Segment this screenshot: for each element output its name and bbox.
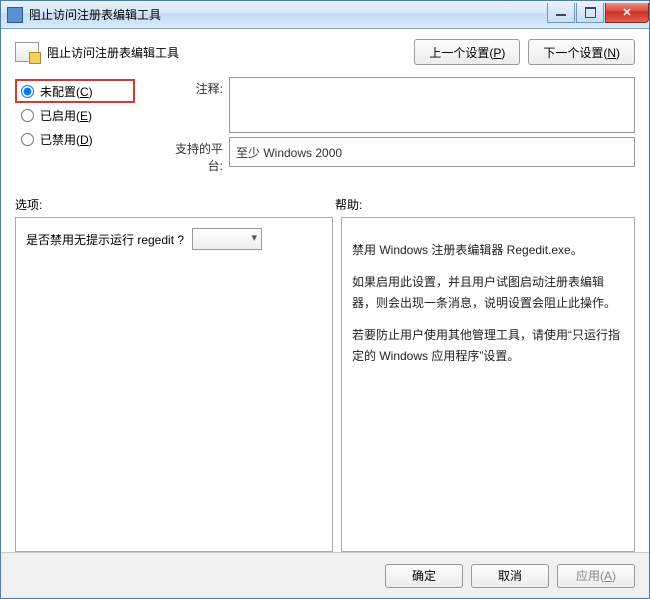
ok-button[interactable]: 确定 (385, 564, 463, 588)
platform-row: 支持的平台: 至少 Windows 2000 (165, 137, 635, 174)
radio-not-configured[interactable]: 未配置(C) (15, 79, 135, 103)
comment-input[interactable] (229, 77, 635, 133)
dialog-window: 阻止访问注册表编辑工具 阻止访问注册表编辑工具 上一个设置(P) 下一个设置(N… (0, 0, 650, 599)
policy-title: 阻止访问注册表编辑工具 (47, 44, 406, 61)
help-text: 禁用 Windows 注册表编辑器 Regedit.exe。 (352, 240, 624, 260)
option-row: 是否禁用无提示运行 regedit ? (26, 228, 322, 250)
header-row: 阻止访问注册表编辑工具 上一个设置(P) 下一个设置(N) (1, 29, 649, 73)
client-area: 阻止访问注册表编辑工具 上一个设置(P) 下一个设置(N) 未配置(C) 已启用… (1, 29, 649, 598)
section-labels: 选项: 帮助: (1, 178, 649, 217)
close-button[interactable] (605, 3, 649, 23)
radio-not-configured-input[interactable] (21, 85, 34, 98)
window-title: 阻止访问注册表编辑工具 (29, 6, 546, 23)
apply-button[interactable]: 应用(A) (557, 564, 635, 588)
panels: 是否禁用无提示运行 regedit ? 禁用 Windows 注册表编辑器 Re… (1, 217, 649, 552)
previous-setting-button[interactable]: 上一个设置(P) (414, 39, 520, 65)
maximize-button[interactable] (576, 3, 604, 23)
cancel-button[interactable]: 取消 (471, 564, 549, 588)
platform-value: 至少 Windows 2000 (229, 137, 635, 167)
footer: 确定 取消 应用(A) (1, 552, 649, 598)
right-column: 注释: 支持的平台: 至少 Windows 2000 (165, 77, 635, 178)
window-controls (546, 3, 649, 23)
comment-label: 注释: (165, 77, 229, 97)
platform-label: 支持的平台: (165, 137, 229, 174)
help-text: 如果启用此设置，并且用户试图启动注册表编辑器，则会出现一条消息，说明设置会阻止此… (352, 272, 624, 313)
option-combo[interactable] (192, 228, 262, 250)
help-text: 若要防止用户使用其他管理工具，请使用“只运行指定的 Windows 应用程序”设… (352, 325, 624, 366)
app-icon (7, 7, 23, 23)
option-question: 是否禁用无提示运行 regedit ? (26, 231, 184, 248)
titlebar[interactable]: 阻止访问注册表编辑工具 (1, 1, 649, 29)
help-panel: 禁用 Windows 注册表编辑器 Regedit.exe。 如果启用此设置，并… (341, 217, 635, 552)
radio-enabled[interactable]: 已启用(E) (15, 103, 165, 127)
options-label: 选项: (15, 196, 335, 213)
next-setting-button[interactable]: 下一个设置(N) (528, 39, 635, 65)
config-area: 未配置(C) 已启用(E) 已禁用(D) 注释: 支持的平台: (1, 73, 649, 178)
comment-row: 注释: (165, 77, 635, 133)
minimize-button[interactable] (547, 3, 575, 23)
policy-icon (15, 42, 39, 62)
radio-column: 未配置(C) 已启用(E) 已禁用(D) (15, 77, 165, 151)
help-label: 帮助: (335, 196, 362, 213)
radio-enabled-input[interactable] (21, 109, 34, 122)
radio-disabled-input[interactable] (21, 133, 34, 146)
radio-disabled[interactable]: 已禁用(D) (15, 127, 165, 151)
options-panel: 是否禁用无提示运行 regedit ? (15, 217, 333, 552)
